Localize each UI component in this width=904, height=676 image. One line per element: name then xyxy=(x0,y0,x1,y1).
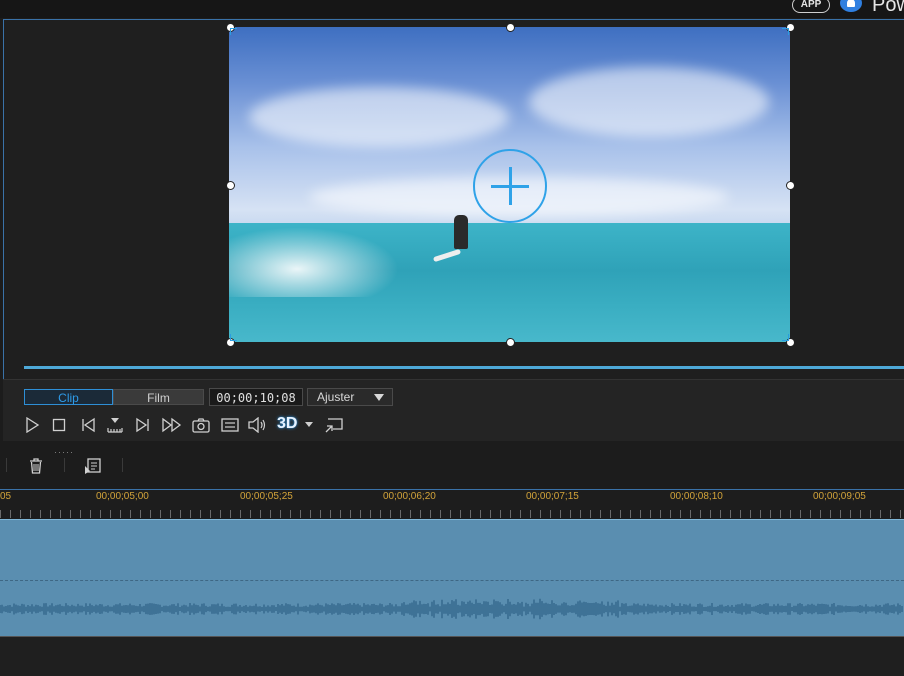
panel-resize-grip[interactable]: ····· xyxy=(54,447,74,457)
brand-text: Pow xyxy=(872,0,904,16)
top-bar: APP Pow xyxy=(0,0,904,18)
mode-clip-button[interactable]: Clip xyxy=(24,389,113,405)
volume-level-line[interactable] xyxy=(0,580,904,581)
kiteboarder xyxy=(454,215,468,249)
playback-control-bar: Clip Film 00;00;10;08 Ajuster 3D xyxy=(3,379,904,441)
dropdown-arrow-icon xyxy=(374,394,384,401)
audio-waveform xyxy=(0,598,903,620)
ruler-ticks xyxy=(0,510,904,518)
ruler-label: 00;00;06;20 xyxy=(383,491,436,502)
timeline-empty-area[interactable] xyxy=(0,636,904,676)
fast-forward-icon xyxy=(162,417,182,433)
split-marker-icon xyxy=(107,418,123,433)
preview-video[interactable] xyxy=(229,27,790,342)
next-frame-button[interactable] xyxy=(132,414,154,436)
stop-icon xyxy=(52,418,66,432)
undock-window-icon xyxy=(325,418,343,433)
split-button[interactable] xyxy=(104,414,126,436)
timecode-display[interactable]: 00;00;10;08 xyxy=(209,388,303,406)
app-badge[interactable]: APP xyxy=(792,0,830,13)
ruler-label: 00;00;05;00 xyxy=(96,491,149,502)
resize-handle-bottom[interactable] xyxy=(506,338,515,347)
previous-frame-button[interactable] xyxy=(77,414,99,436)
volume-button[interactable] xyxy=(246,414,268,436)
snapshot-button[interactable] xyxy=(190,414,212,436)
speaker-icon xyxy=(248,417,266,433)
ruler-label: 00;00;09;05 xyxy=(813,491,866,502)
corner-marker xyxy=(230,334,237,341)
fit-select[interactable]: Ajuster xyxy=(307,388,393,406)
corner-marker xyxy=(230,28,237,35)
next-frame-icon xyxy=(136,417,149,433)
ruler-label: 05 xyxy=(0,491,12,502)
notification-bell-icon[interactable] xyxy=(840,0,862,12)
3d-mode-button[interactable]: 3D xyxy=(277,415,297,433)
corner-marker xyxy=(782,334,789,341)
play-button[interactable] xyxy=(21,414,43,436)
video-cloud xyxy=(529,67,769,137)
video-cloud xyxy=(249,87,509,147)
video-foam xyxy=(229,227,399,297)
mode-film-button[interactable]: Film xyxy=(113,389,204,405)
delete-button[interactable] xyxy=(27,457,47,477)
undock-preview-button[interactable] xyxy=(323,414,345,436)
fast-forward-button[interactable] xyxy=(161,414,183,436)
ruler-label: 00;00;08;10 xyxy=(670,491,723,502)
3d-dropdown-arrow-icon[interactable] xyxy=(305,422,313,427)
timeline-ruler[interactable]: 05 00;00;05;00 00;00;05;25 00;00;06;20 0… xyxy=(0,489,904,519)
stop-button[interactable] xyxy=(48,414,70,436)
subtitle-edit-icon xyxy=(85,458,101,474)
previous-frame-icon xyxy=(82,417,95,433)
play-icon xyxy=(26,417,40,433)
resize-handle-right[interactable] xyxy=(786,181,795,190)
add-circle-icon[interactable] xyxy=(473,149,547,223)
ruler-label: 00;00;05;25 xyxy=(240,491,293,502)
camera-icon xyxy=(192,418,210,433)
trash-icon xyxy=(30,458,42,474)
resize-handle-top[interactable] xyxy=(506,23,515,32)
resize-handle-left[interactable] xyxy=(226,181,235,190)
playback-progress-bar[interactable] xyxy=(24,366,904,369)
corner-marker xyxy=(782,28,789,35)
subtitle-button[interactable] xyxy=(219,414,241,436)
toolbar-divider xyxy=(64,458,65,472)
edit-subtitle-button[interactable] xyxy=(84,457,104,477)
fit-select-value: Ajuster xyxy=(317,390,355,404)
ruler-label: 00;00;07;15 xyxy=(526,491,579,502)
toolbar-divider xyxy=(122,458,123,472)
subtitle-icon xyxy=(221,418,239,432)
toolbar-divider xyxy=(6,458,7,472)
audio-clip-track[interactable] xyxy=(0,519,904,637)
